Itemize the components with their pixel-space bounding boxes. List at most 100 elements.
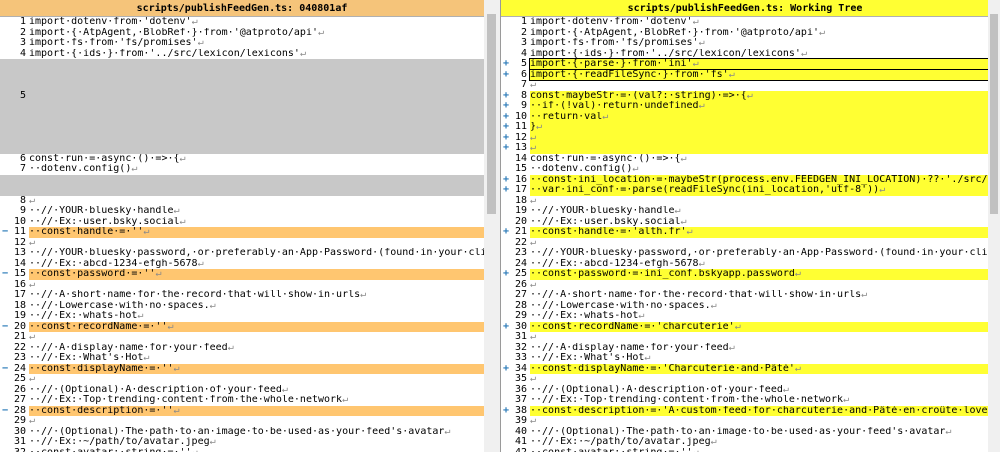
left-code-row[interactable]: −15 ··const·password·=·''↵ — [0, 268, 484, 280]
right-code-row[interactable]: +16 ··const·ini_location·=·maybeStr(proce… — [501, 174, 989, 185]
right-code-row[interactable]: +9 ··if·(!val)·return·undefined↵ — [501, 100, 989, 112]
right-code-row[interactable]: +34 ··const·displayName·=·'Charcuterie·an… — [501, 363, 989, 374]
code-text[interactable]: ··const·recordName·=·''↵ — [29, 321, 484, 332]
code-text[interactable]: ··//·Ex:·whats-hot↵ — [29, 311, 484, 322]
code-text[interactable]: ··//·Lowercase·with·no·spaces.↵ — [29, 301, 484, 312]
right-code-row[interactable]: 37 ··//·Ex:·Top·trending·content·from·the… — [501, 394, 989, 406]
code-text[interactable]: ↵ — [29, 374, 484, 385]
code-text[interactable]: ↵ — [530, 196, 989, 207]
code-text[interactable]: ↵ — [530, 143, 989, 154]
code-text[interactable]: ··//·Ex:·~/path/to/avatar.jpeg↵ — [530, 437, 989, 448]
left-code-row[interactable]: −28 ··const·description·=·''↵ — [0, 405, 484, 416]
right-code-row[interactable]: 29 ··//·Ex:·whats-hot↵ — [501, 310, 989, 322]
left-code-row[interactable]: 19 ··//·Ex:·whats-hot↵ — [0, 310, 484, 322]
code-text[interactable]: ··//·(Optional)·The·path·to·an·image·to·… — [530, 427, 989, 438]
code-text[interactable]: ··const·avatar:·string·=·''↵ — [530, 448, 989, 452]
code-text[interactable]: ··const·handle·=·'alth.fr'↵ — [530, 227, 989, 238]
left-code-row[interactable]: 31 ··//·Ex:·~/path/to/avatar.jpeg↵ — [0, 436, 484, 448]
left-code-row[interactable] — [0, 185, 484, 196]
left-code-row[interactable] — [0, 174, 484, 185]
left-code-row[interactable]: −20 ··const·recordName·=·''↵ — [0, 321, 484, 332]
left-code-row[interactable]: 29 ↵ — [0, 415, 484, 427]
left-scrollbar[interactable] — [484, 0, 500, 452]
right-code-row[interactable]: 20 ··//·Ex:·user.bsky.social↵ — [501, 216, 989, 228]
right-scrollbar[interactable] — [988, 0, 1000, 452]
left-code-row[interactable]: 6 const·run·=·async·()·=>·{↵ — [0, 153, 484, 165]
code-text[interactable]: ↵ — [29, 332, 484, 343]
code-text[interactable]: ··dotenv.config()↵ — [29, 164, 484, 175]
code-text[interactable]: ↵ — [29, 196, 484, 207]
code-text[interactable]: ··return·val↵ — [530, 111, 989, 122]
code-text[interactable]: ··//·(Optional)·The·path·to·an·image·to·… — [29, 427, 484, 438]
right-code-row[interactable]: 19 ··//·YOUR·bluesky·handle↵ — [501, 205, 989, 217]
code-text[interactable]: ··const·ini_location·=·maybeStr(process.… — [530, 174, 989, 185]
right-code-row[interactable]: 4 import·{·ids·}·from·'../src/lexicon/lex… — [501, 48, 989, 60]
code-text[interactable]: ··//·A·short·name·for·the·record·that·wi… — [530, 290, 989, 301]
right-code-row[interactable]: 15 ··dotenv.config()↵ — [501, 163, 989, 175]
right-code-row[interactable]: +12 ↵ — [501, 132, 989, 143]
code-text[interactable]: import·{·AtpAgent,·BlobRef·}·from·'@atpr… — [29, 28, 484, 39]
right-code-row[interactable]: +25 ··const·password·=·ini_conf.bskyapp.p… — [501, 268, 989, 280]
left-code-row[interactable] — [0, 132, 484, 143]
code-text[interactable]: ··//·YOUR·bluesky·handle↵ — [29, 206, 484, 217]
left-code-row[interactable]: 5 — [0, 90, 484, 101]
right-code-row[interactable]: 31 ↵ — [501, 331, 989, 343]
code-text[interactable]: ··dotenv.config()↵ — [530, 164, 989, 175]
code-text[interactable]: ··//·A·short·name·for·the·record·that·wi… — [29, 290, 484, 301]
right-code-row[interactable]: 35 ↵ — [501, 373, 989, 385]
right-code-row[interactable]: 40 ··//·(Optional)·The·path·to·an·image·t… — [501, 426, 989, 438]
code-text[interactable]: ··//·A·display·name·for·your·feed↵ — [29, 343, 484, 354]
left-scrollbar-thumb[interactable] — [487, 14, 496, 214]
code-text[interactable]: ··//·Ex:·user.bsky.social↵ — [530, 217, 989, 228]
left-code-row[interactable]: 9 ··//·YOUR·bluesky·handle↵ — [0, 205, 484, 217]
right-code-row[interactable]: +30 ··const·recordName·=·'charcuterie'↵ — [501, 321, 989, 332]
code-text[interactable]: ··const·handle·=·''↵ — [29, 227, 484, 238]
right-code-row[interactable]: 27 ··//·A·short·name·for·the·record·that·… — [501, 289, 989, 301]
code-text[interactable]: ↵ — [29, 280, 484, 291]
code-text[interactable]: ··//·Ex:·abcd-1234-efgh-5678↵ — [29, 259, 484, 270]
code-text[interactable]: ··const·avatar:·string·=·''↵ — [29, 448, 484, 452]
code-text[interactable]: ↵ — [530, 416, 989, 427]
code-text[interactable]: import·{·ids·}·from·'../src/lexicon/lexi… — [29, 49, 484, 60]
code-text[interactable]: ··//·A·display·name·for·your·feed↵ — [530, 343, 989, 354]
right-pane[interactable]: scripts/publishFeedGen.ts: Working Tree … — [500, 0, 989, 452]
left-code-row[interactable]: 17 ··//·A·short·name·for·the·record·that·… — [0, 289, 484, 301]
code-text[interactable]: import·fs·from·'fs/promises'↵ — [29, 38, 484, 49]
code-text[interactable]: ↵ — [29, 238, 484, 249]
code-text[interactable]: ··const·description·=·''↵ — [29, 405, 484, 416]
code-text[interactable]: ··//·(Optional)·A·description·of·your·fe… — [530, 385, 989, 396]
code-text[interactable]: }↵ — [530, 122, 989, 133]
right-code-row[interactable]: 14 const·run·=·async·()·=>·{↵ — [501, 153, 989, 165]
left-code-row[interactable]: 8 ↵ — [0, 195, 484, 207]
code-text[interactable]: ··//·Ex:·What's·Hot↵ — [29, 353, 484, 364]
code-text[interactable]: ··//·YOUR·bluesky·handle↵ — [530, 206, 989, 217]
code-text[interactable]: ··//·Ex:·Top·trending·content·from·the·w… — [29, 395, 484, 406]
left-code-row[interactable]: 21 ↵ — [0, 331, 484, 343]
left-code-row[interactable]: 1 import·dotenv·from·'dotenv'↵ — [0, 16, 484, 28]
code-text[interactable]: ↵ — [530, 80, 989, 91]
right-code-row[interactable]: +17 ··var·ini_conf·=·parse(readFileSync(i… — [501, 184, 989, 196]
code-text[interactable]: ··//·Ex:·user.bsky.social↵ — [29, 217, 484, 228]
code-text[interactable]: ··var·ini_conf·=·parse(readFileSync(ini_… — [530, 185, 989, 196]
left-code-row[interactable]: 12 ↵ — [0, 237, 484, 249]
right-code-row[interactable]: +13 ↵ — [501, 142, 989, 154]
right-code-row[interactable]: 23 ··//·YOUR·bluesky·password,·or·prefera… — [501, 247, 989, 259]
right-code-row[interactable]: +11}↵ — [501, 121, 989, 133]
code-text[interactable]: ··//·Ex:·~/path/to/avatar.jpeg↵ — [29, 437, 484, 448]
left-code-row[interactable] — [0, 111, 484, 122]
right-code-row[interactable]: 41 ··//·Ex:·~/path/to/avatar.jpeg↵ — [501, 436, 989, 448]
code-text[interactable]: ··const·password·=·ini_conf.bskyapp.pass… — [530, 269, 989, 280]
code-text[interactable]: import·dotenv·from·'dotenv'↵ — [29, 17, 484, 28]
code-text[interactable]: ··//·YOUR·bluesky·password,·or·preferabl… — [29, 248, 484, 259]
left-code-row[interactable]: 2 import·{·AtpAgent,·BlobRef·}·from·'@atp… — [0, 27, 484, 39]
code-text[interactable]: ↵ — [530, 332, 989, 343]
left-code-row[interactable]: 25 ↵ — [0, 373, 484, 385]
code-text[interactable]: ↵ — [530, 132, 989, 143]
right-code-row[interactable]: 42··const·avatar:·string·=·''↵ — [501, 447, 989, 452]
right-code-row[interactable]: 3 import·fs·from·'fs/promises'↵ — [501, 37, 989, 49]
code-text[interactable]: ··const·description·=·'A·custom·feed·for… — [530, 405, 989, 416]
right-code-row[interactable]: 24 ··//·Ex:·abcd-1234-efgh-5678↵ — [501, 258, 989, 270]
left-code-row[interactable]: 4 import·{·ids·}·from·'../src/lexicon/lex… — [0, 48, 484, 60]
right-code-row[interactable]: +21 ··const·handle·=·'alth.fr'↵ — [501, 226, 989, 238]
code-text[interactable]: ··//·Ex:·What's·Hot↵ — [530, 353, 989, 364]
